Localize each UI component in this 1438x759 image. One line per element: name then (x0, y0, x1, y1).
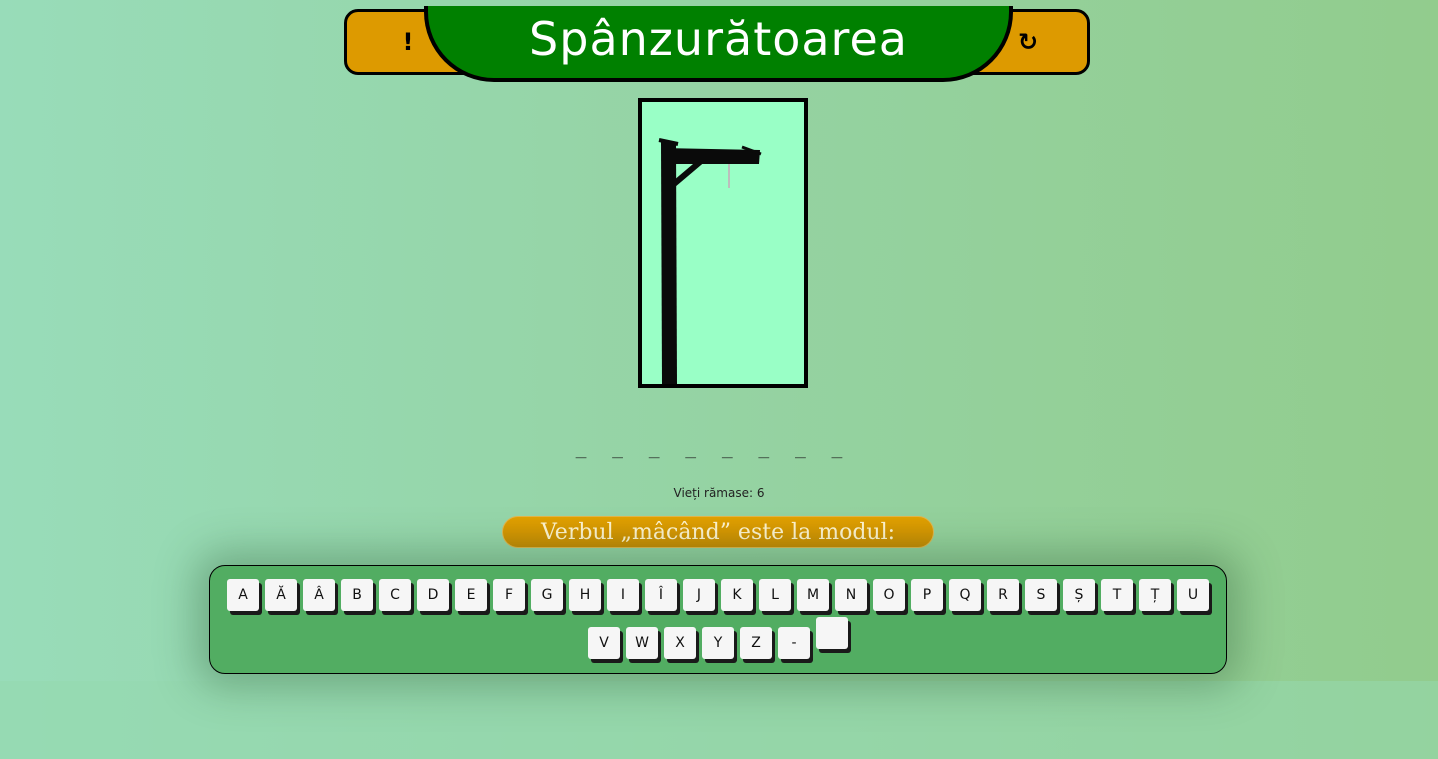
key-e[interactable]: E (455, 579, 487, 611)
key-i[interactable]: I (607, 579, 639, 611)
key-p[interactable]: P (911, 579, 943, 611)
gallows-panel (638, 98, 808, 388)
key-j[interactable]: J (683, 579, 715, 611)
refresh-icon: ↻ (1017, 28, 1039, 56)
key-hyphen[interactable]: - (778, 627, 810, 659)
key-x[interactable]: X (664, 627, 696, 659)
key-a-circ[interactable]: Â (303, 579, 335, 611)
key-q[interactable]: Q (949, 579, 981, 611)
page-bottom-strip (0, 681, 1438, 759)
key-n[interactable]: N (835, 579, 867, 611)
page-title: Spânzurătoarea (529, 12, 908, 66)
key-h[interactable]: H (569, 579, 601, 611)
letter-slot: _ (648, 438, 660, 459)
key-w[interactable]: W (626, 627, 658, 659)
key-a[interactable]: A (227, 579, 259, 611)
title-banner: Spânzurătoarea (424, 6, 1013, 82)
key-a-breve[interactable]: Ă (265, 579, 297, 611)
letter-slot: _ (721, 438, 733, 459)
key-r[interactable]: R (987, 579, 1019, 611)
key-u[interactable]: U (1177, 579, 1209, 611)
key-l[interactable]: L (759, 579, 791, 611)
key-g[interactable]: G (531, 579, 563, 611)
key-v[interactable]: V (588, 627, 620, 659)
key-f[interactable]: F (493, 579, 525, 611)
exclamation-icon: ! (402, 28, 414, 56)
key-t-comma[interactable]: Ț (1139, 579, 1171, 611)
letter-slot: _ (612, 438, 623, 459)
key-c[interactable]: C (379, 579, 411, 611)
key-d[interactable]: D (417, 579, 449, 611)
key-i-circ[interactable]: Î (645, 579, 677, 611)
key-y[interactable]: Y (702, 627, 734, 659)
key-m[interactable]: M (797, 579, 829, 611)
key-s[interactable]: S (1025, 579, 1057, 611)
key-k[interactable]: K (721, 579, 753, 611)
letter-slot: _ (575, 438, 587, 459)
key-space[interactable] (816, 617, 848, 649)
hint-banner: Verbul „mâcând” este la modul: (502, 516, 934, 548)
word-slots: _ _ _ _ _ _ _ _ (574, 438, 844, 462)
letter-slot: _ (685, 438, 697, 459)
key-s-comma[interactable]: Ș (1063, 579, 1095, 611)
key-o[interactable]: O (873, 579, 905, 611)
gallows-drawing (658, 138, 762, 384)
letter-slot: _ (831, 438, 843, 459)
lives-remaining: Vieți rămase: 6 (673, 486, 765, 500)
letter-slot: _ (758, 438, 770, 459)
key-z[interactable]: Z (740, 627, 772, 659)
key-b[interactable]: B (341, 579, 373, 611)
letter-keyboard: A Ă Â B C D E F G H I Î J K L M N O P Q … (209, 565, 1227, 674)
key-t[interactable]: T (1101, 579, 1133, 611)
letter-slot: _ (794, 438, 806, 459)
